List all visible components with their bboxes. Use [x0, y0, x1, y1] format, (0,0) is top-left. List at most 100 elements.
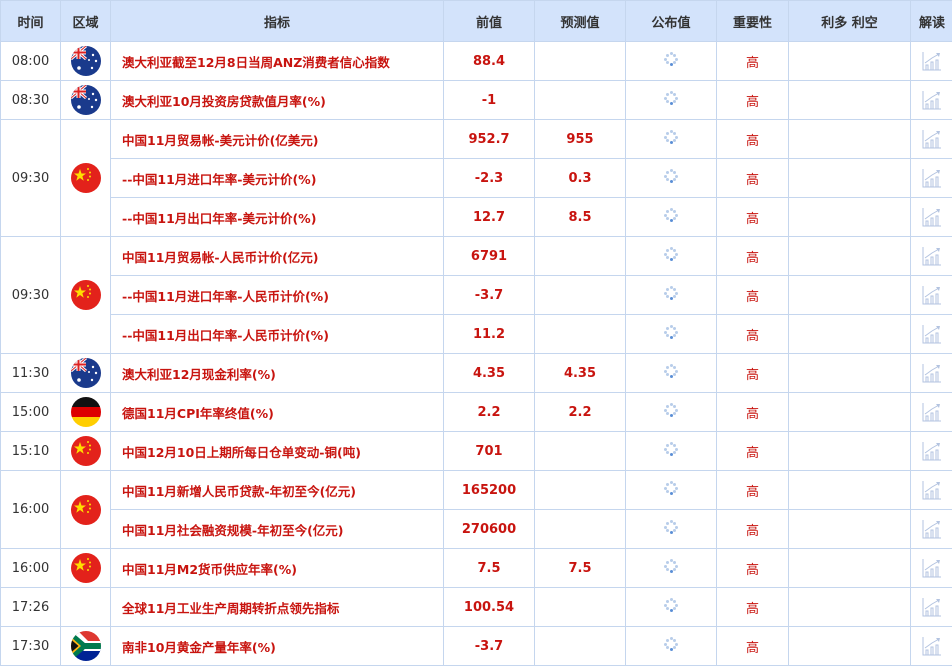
analysis-button[interactable]: [910, 119, 952, 159]
event-name-link[interactable]: 全球11月工业生产周期转折点领先指标: [110, 587, 444, 627]
table-row[interactable]: 15:10 中国12月10日上期所每日仓单变动-铜(吨) 701 高: [0, 431, 952, 471]
table-row[interactable]: 15:00 德国11月CPI年率终值(%) 2.2 2.2 高: [0, 392, 952, 432]
event-time: 08:00: [0, 41, 61, 81]
actual-value: [625, 197, 717, 237]
forecast-value: 8.5: [534, 197, 626, 237]
table-row[interactable]: 16:00 中国11月新增人民币贷款-年初至今(亿元) 165200 高: [0, 470, 952, 549]
analysis-button[interactable]: [910, 626, 952, 666]
analysis-button[interactable]: [910, 470, 952, 510]
previous-value: 701: [443, 431, 535, 471]
impact-cell: [788, 548, 911, 588]
forecast-value: 4.35: [534, 353, 626, 393]
region-cell: [60, 548, 111, 588]
germany-flag-icon: [70, 397, 101, 427]
impact-cell: [788, 392, 911, 432]
table-row[interactable]: 09:30 中国11月贸易帐-美元计价(亿美元) 952.7 955 高: [0, 119, 952, 237]
loading-spinner-icon: [664, 442, 678, 456]
table-row[interactable]: --中国11月进口年率-美元计价(%) -2.3 0.3 高: [1, 158, 952, 198]
table-row[interactable]: --中国11月出口年率-人民币计价(%) 11.2 高: [1, 314, 952, 354]
table-row[interactable]: --中国11月进口年率-人民币计价(%) -3.7 高: [1, 275, 952, 315]
table-row[interactable]: --中国11月出口年率-美元计价(%) 12.7 8.5 高: [1, 197, 952, 237]
event-name-link[interactable]: --中国11月进口年率-人民币计价(%): [110, 275, 444, 315]
chart-analysis-icon: [922, 442, 941, 461]
analysis-button[interactable]: [910, 197, 952, 237]
event-name-link[interactable]: 南非10月黄金产量年率(%): [110, 626, 444, 666]
header-importance: 重要性: [716, 0, 789, 42]
table-row[interactable]: 17:30 南非10月黄金产量年率(%) -3.7 高: [0, 626, 952, 666]
header-time: 时间: [0, 0, 61, 42]
australia-flag-icon: [70, 46, 101, 76]
impact-cell: [788, 470, 911, 510]
header-indicator: 指标: [110, 0, 444, 42]
region-cell: [60, 353, 111, 393]
region-cell: [60, 587, 111, 627]
australia-flag-icon: [70, 85, 101, 115]
region-cell: [60, 470, 111, 549]
analysis-button[interactable]: [910, 80, 952, 120]
analysis-button[interactable]: [910, 41, 952, 81]
region-cell: [60, 431, 111, 471]
forecast-value: [534, 587, 626, 627]
event-name-link[interactable]: --中国11月出口年率-美元计价(%): [110, 197, 444, 237]
forecast-value: 2.2: [534, 392, 626, 432]
chart-analysis-icon: [922, 520, 941, 539]
event-name-link[interactable]: 中国12月10日上期所每日仓单变动-铜(吨): [110, 431, 444, 471]
analysis-button[interactable]: [910, 587, 952, 627]
analysis-button[interactable]: [910, 392, 952, 432]
impact-cell: [788, 626, 911, 666]
event-name-link[interactable]: 中国11月贸易帐-美元计价(亿美元): [110, 119, 444, 159]
table-row[interactable]: 17:26 全球11月工业生产周期转折点领先指标 100.54 高: [0, 587, 952, 627]
header-forecast: 预测值: [534, 0, 626, 42]
analysis-button[interactable]: [910, 353, 952, 393]
previous-value: -2.3: [443, 158, 535, 198]
header-previous: 前值: [443, 0, 535, 42]
actual-value: [625, 353, 717, 393]
previous-value: -3.7: [443, 626, 535, 666]
forecast-value: [534, 41, 626, 81]
event-name-link[interactable]: --中国11月进口年率-美元计价(%): [110, 158, 444, 198]
china-flag-icon: [70, 280, 101, 310]
forecast-value: [534, 431, 626, 471]
event-name-link[interactable]: 中国11月M2货币供应年率(%): [110, 548, 444, 588]
event-name-link[interactable]: 德国11月CPI年率终值(%): [110, 392, 444, 432]
impact-cell: [788, 587, 911, 627]
forecast-value: [534, 509, 626, 549]
event-name-link[interactable]: --中国11月出口年率-人民币计价(%): [110, 314, 444, 354]
previous-value: 7.5: [443, 548, 535, 588]
chart-analysis-icon: [922, 169, 941, 188]
analysis-button[interactable]: [910, 158, 952, 198]
analysis-button[interactable]: [910, 275, 952, 315]
event-name-link[interactable]: 澳大利亚12月现金利率(%): [110, 353, 444, 393]
chart-analysis-icon: [922, 286, 941, 305]
event-name-link[interactable]: 中国11月社会融资规模-年初至今(亿元): [110, 509, 444, 549]
china-flag-icon: [70, 436, 101, 466]
impact-cell: [788, 314, 911, 354]
actual-value: [625, 158, 717, 198]
analysis-button[interactable]: [910, 548, 952, 588]
actual-value: [625, 587, 717, 627]
table-row[interactable]: 08:30 澳大利亚10月投资房贷款值月率(%) -1 高: [0, 80, 952, 120]
table-row[interactable]: 16:00 中国11月M2货币供应年率(%) 7.5 7.5 高: [0, 548, 952, 588]
analysis-button[interactable]: [910, 236, 952, 276]
table-row[interactable]: 11:30 澳大利亚12月现金利率(%) 4.35 4.35 高: [0, 353, 952, 393]
table-row[interactable]: 09:30 中国11月贸易帐-人民币计价(亿元) 6791 高: [0, 236, 952, 354]
previous-value: 952.7: [443, 119, 535, 159]
event-time: 16:00: [0, 548, 61, 588]
loading-spinner-icon: [664, 598, 678, 612]
analysis-button[interactable]: [910, 509, 952, 549]
loading-spinner-icon: [664, 637, 678, 651]
event-name-link[interactable]: 澳大利亚截至12月8日当周ANZ消费者信心指数: [110, 41, 444, 81]
table-row[interactable]: 08:00 澳大利亚截至12月8日当周ANZ消费者信心指数 88.4 高: [0, 41, 952, 81]
event-time: 15:10: [0, 431, 61, 471]
analysis-button[interactable]: [910, 314, 952, 354]
event-name-link[interactable]: 中国11月新增人民币贷款-年初至今(亿元): [110, 470, 444, 510]
impact-cell: [788, 353, 911, 393]
forecast-value: [534, 470, 626, 510]
importance-badge: 高: [716, 392, 789, 432]
analysis-button[interactable]: [910, 431, 952, 471]
event-name-link[interactable]: 澳大利亚10月投资房贷款值月率(%): [110, 80, 444, 120]
china-flag-icon: [70, 553, 101, 583]
event-name-link[interactable]: 中国11月贸易帐-人民币计价(亿元): [110, 236, 444, 276]
table-row[interactable]: 中国11月社会融资规模-年初至今(亿元) 270600 高: [1, 509, 952, 549]
actual-value: [625, 119, 717, 159]
